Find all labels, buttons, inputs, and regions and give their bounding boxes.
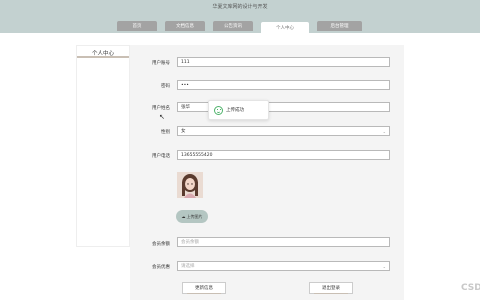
sidebar-title[interactable]: 个人中心 [77,46,129,58]
cloud-upload-icon: ☁ [181,214,186,219]
toast-message: 上传成功 [226,108,244,113]
user-name-value: 张华 [181,105,190,110]
logout-label: 退出登录 [322,286,340,291]
button-accent-bar [187,292,221,294]
nav-announcements[interactable]: 公告资讯 [213,21,253,31]
upload-image-button[interactable]: ☁ 上传图片 [176,210,208,223]
chevron-down-icon: ⌄ [382,264,386,269]
password-input[interactable]: ••• [177,80,390,90]
page: 华夏文库网的设计与开发 首页 文档信息 公告资讯 个人中心 后台管理 个人中心 … [0,0,480,300]
watermark: CSD [461,283,480,293]
update-info-button[interactable]: 更新信息 [182,282,226,294]
nav-documents[interactable]: 文档信息 [165,21,205,31]
button-accent-bar [314,292,348,294]
avatar-image [177,172,203,198]
upload-image-label: 上传图片 [186,213,203,219]
success-toast: 上传成功 [208,100,269,120]
balance-label: 会员余额 [152,242,170,247]
site-title: 华夏文库网的设计与开发 [212,4,268,10]
top-nav: 首页 文档信息 公告资讯 个人中心 后台管理 [117,18,362,33]
membership-select[interactable]: 请选择 ⌄ [177,261,390,271]
gender-label: 性别 [161,130,170,135]
smile-check-icon [214,105,223,115]
gender-value: 女 [181,129,186,134]
membership-placeholder: 请选择 [181,264,195,269]
nav-personal-center[interactable]: 个人中心 [261,22,309,33]
nav-admin[interactable]: 后台管理 [317,21,362,31]
balance-placeholder: 会员余额 [181,240,199,245]
phone-value: 13655555420 [181,152,213,158]
phone-label: 用户电话 [152,154,170,159]
gender-select[interactable]: 女 ⌄ [177,126,390,136]
user-account-label: 用户账号 [152,61,170,66]
avatar [177,172,203,198]
user-account-value: 111 [181,59,190,65]
user-name-label: 用户姓名 [152,106,170,111]
update-info-label: 更新信息 [195,286,213,291]
balance-input[interactable]: 会员余额 [177,237,390,247]
membership-label: 会员优惠 [152,265,170,270]
password-label: 密码 [161,84,170,89]
header: 华夏文库网的设计与开发 首页 文档信息 公告资讯 个人中心 后台管理 [0,0,480,33]
user-account-input[interactable]: 111 [177,57,390,67]
chevron-down-icon: ⌄ [382,129,386,134]
password-value: ••• [181,82,189,88]
nav-home[interactable]: 首页 [117,21,157,31]
logout-button[interactable]: 退出登录 [309,282,353,294]
phone-input[interactable]: 13655555420 [177,150,390,160]
sidebar: 个人中心 [76,45,130,247]
mouse-cursor-icon: ↖ [159,113,165,121]
profile-form: 用户账号 111 密码 ••• 用户姓名 张华 性别 女 ⌄ 用户电话 1365… [130,45,404,300]
